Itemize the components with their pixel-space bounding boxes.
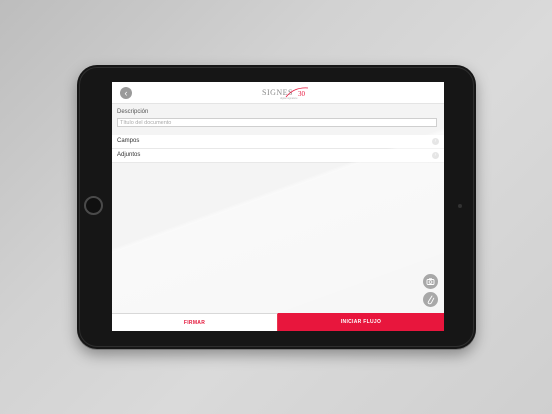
sign-button[interactable]: FIRMAR: [112, 313, 278, 331]
logo-subtitle: digital signature: [280, 97, 298, 100]
signes-logo: SIGNES 30 digital signature: [260, 85, 320, 101]
logo-mark: 30: [298, 90, 306, 98]
action-footer: FIRMAR INICIAR FLUJO: [112, 313, 444, 331]
chevron-right-icon: ›: [432, 138, 439, 145]
chevron-right-icon: ›: [432, 152, 439, 159]
back-arrow-icon[interactable]: ‹: [120, 87, 132, 99]
home-button[interactable]: [84, 196, 103, 215]
app-header: ‹ SIGNES 30 digital signature: [112, 82, 444, 104]
camera-icon[interactable]: [423, 274, 438, 289]
section-label: Campos: [117, 138, 140, 144]
section-row-adjuntos[interactable]: Adjuntos ›: [112, 149, 444, 163]
front-camera: [458, 204, 462, 208]
document-title-input[interactable]: [117, 118, 437, 127]
start-flow-button[interactable]: INICIAR FLUJO: [278, 313, 444, 331]
app-screen: ‹ SIGNES 30 digital signature Descripció…: [112, 82, 444, 331]
section-row-campos[interactable]: Campos ›: [112, 135, 444, 149]
description-label: Descripción: [117, 109, 149, 115]
paperclip-icon[interactable]: [423, 292, 438, 307]
section-label: Adjuntos: [117, 152, 141, 158]
